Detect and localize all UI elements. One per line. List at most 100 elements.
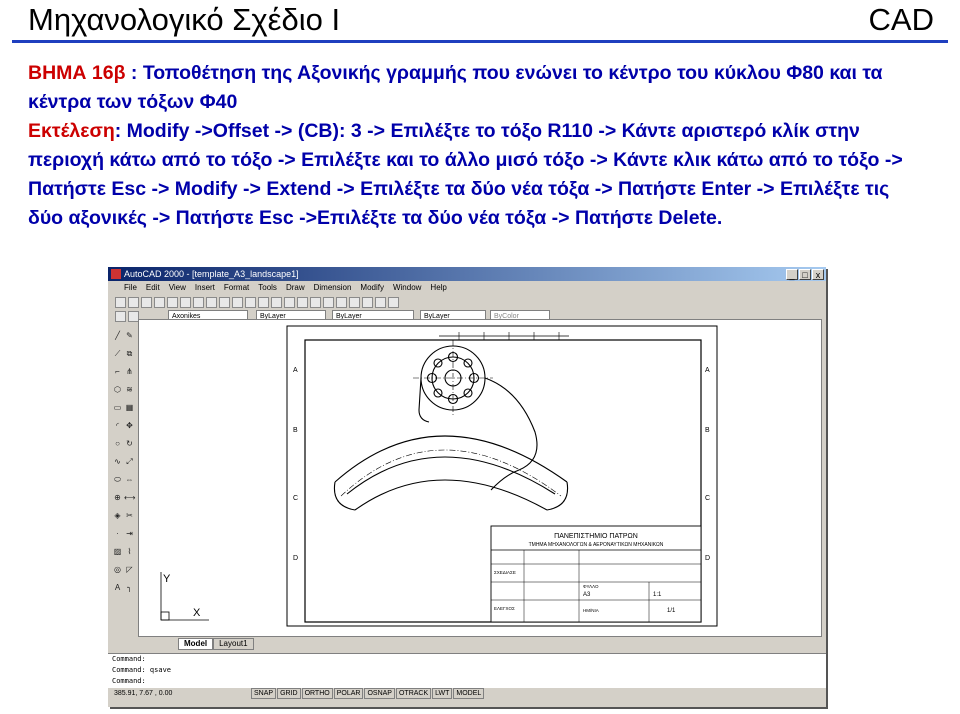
scale-icon[interactable]: ⤢ bbox=[124, 457, 135, 467]
snap-toggle[interactable]: SNAP bbox=[251, 688, 277, 699]
layer-manager-icon[interactable] bbox=[115, 311, 126, 323]
step-text: Τοποθέτηση της Αξονικής γραμμής που ενών… bbox=[28, 62, 883, 113]
pan-icon[interactable] bbox=[297, 297, 308, 309]
arc-icon[interactable]: ◜ bbox=[112, 421, 123, 431]
grid-toggle[interactable]: GRID bbox=[277, 688, 301, 699]
slide-title: Μηχανολογικό Σχέδιο Ι bbox=[28, 2, 341, 37]
minimize-button[interactable]: _ bbox=[786, 269, 798, 280]
exec-text: Modify ->Offset -> (CB): 3 -> Επιλέξτε τ… bbox=[28, 120, 903, 229]
copy-object-icon[interactable]: ⧉ bbox=[124, 349, 135, 359]
point-icon[interactable]: · bbox=[112, 529, 123, 539]
dbconnect-icon[interactable] bbox=[375, 297, 386, 309]
polyline-icon[interactable]: ⌐ bbox=[112, 367, 123, 377]
command-line: Command: bbox=[112, 655, 146, 663]
print-icon[interactable] bbox=[154, 297, 165, 309]
title-block-university: ΠΑΝΕΠΙΣΤΗΜΙΟ ΠΑΤΡΩΝ bbox=[554, 533, 638, 540]
copy-icon[interactable] bbox=[193, 297, 204, 309]
mirror-icon[interactable]: ⋔ bbox=[124, 367, 135, 377]
mtext-icon[interactable]: A bbox=[112, 583, 123, 593]
menu-help[interactable]: Help bbox=[430, 283, 446, 292]
circle-icon[interactable]: ○ bbox=[112, 439, 123, 449]
new-icon[interactable] bbox=[115, 297, 126, 309]
lengthen-icon[interactable]: ⟷ bbox=[124, 493, 135, 503]
cut-icon[interactable] bbox=[180, 297, 191, 309]
title-block-drawn: ΣΧΕΔΙΑΣΕ bbox=[494, 570, 516, 575]
ucs-square bbox=[160, 611, 170, 621]
otrack-toggle[interactable]: OTRACK bbox=[395, 688, 432, 699]
move-icon[interactable]: ✥ bbox=[124, 421, 135, 431]
zoom-window-icon[interactable] bbox=[323, 297, 334, 309]
slide-corner-label: CAD bbox=[868, 2, 934, 37]
layout-tabs: Model Layout1 bbox=[178, 638, 254, 650]
stretch-icon[interactable]: ⇔ bbox=[124, 475, 135, 485]
preview-icon[interactable] bbox=[167, 297, 178, 309]
array-icon[interactable]: ▦ bbox=[124, 403, 135, 413]
command-window[interactable]: Command: Command: qsave Command: bbox=[108, 653, 826, 688]
xline-icon[interactable]: ⟋ bbox=[112, 349, 123, 359]
menu-view[interactable]: View bbox=[169, 283, 186, 292]
close-button[interactable]: x bbox=[812, 269, 824, 280]
border-letter-left: B bbox=[293, 427, 298, 434]
rotate-icon[interactable]: ↻ bbox=[124, 439, 135, 449]
menu-format[interactable]: Format bbox=[224, 283, 249, 292]
fillet-icon[interactable]: ╮ bbox=[124, 583, 135, 593]
offset-arc bbox=[346, 456, 556, 495]
exec-label: Εκτέλεση bbox=[28, 120, 115, 142]
save-icon[interactable] bbox=[141, 297, 152, 309]
properties-icon[interactable] bbox=[349, 297, 360, 309]
tab-layout1[interactable]: Layout1 bbox=[213, 638, 254, 650]
menu-file[interactable]: File bbox=[124, 283, 137, 292]
open-icon[interactable] bbox=[128, 297, 139, 309]
insert-block-icon[interactable]: ⊕ bbox=[112, 493, 123, 503]
polygon-icon[interactable]: ⬡ bbox=[112, 385, 123, 395]
region-icon[interactable]: ◎ bbox=[112, 565, 123, 575]
spline-icon[interactable]: ∿ bbox=[112, 457, 123, 467]
redo-icon[interactable] bbox=[245, 297, 256, 309]
erase-icon[interactable]: ✎ bbox=[124, 331, 135, 341]
menu-draw[interactable]: Draw bbox=[286, 283, 305, 292]
zoom-previous-icon[interactable] bbox=[336, 297, 347, 309]
trim-icon[interactable]: ✂ bbox=[124, 511, 135, 521]
border-letter-right: D bbox=[705, 555, 710, 562]
command-prompt[interactable]: Command: bbox=[108, 676, 826, 687]
extend-icon[interactable]: ⇥ bbox=[124, 529, 135, 539]
rectangle-icon[interactable]: ▭ bbox=[112, 403, 123, 413]
chamfer-icon[interactable]: ◸ bbox=[124, 565, 135, 575]
title-rule bbox=[12, 40, 948, 43]
undo-icon[interactable] bbox=[232, 297, 243, 309]
snap-icon[interactable] bbox=[271, 297, 282, 309]
title-block: ΠΑΝΕΠΙΣΤΗΜΙΟ ΠΑΤΡΩΝ ΤΜΗΜΑ ΜΗΧΑΝΟΛΟΓΩΝ & … bbox=[490, 525, 702, 623]
draw-modify-toolbar: ╱ ✎ ⟋ ⧉ ⌐ ⋔ ⬡ ≋ ▭ ▦ ◜ ✥ ○ ↻ ∿ ⤢ ⬭ ⇔ ⊕ ⟷ ◈ ✂ · ⇥ ▨ ⌇ ◎… bbox=[111, 325, 137, 595]
lwt-toggle[interactable]: LWT bbox=[432, 688, 453, 699]
ellipse-icon[interactable]: ⬭ bbox=[112, 475, 123, 485]
zoom-realtime-icon[interactable] bbox=[310, 297, 321, 309]
ucs-icon[interactable] bbox=[284, 297, 295, 309]
line-icon[interactable]: ╱ bbox=[112, 331, 123, 341]
outer-arc-r110 bbox=[334, 435, 568, 483]
offset-icon[interactable]: ≋ bbox=[124, 385, 135, 395]
match-icon[interactable] bbox=[219, 297, 230, 309]
menu-window[interactable]: Window bbox=[393, 283, 421, 292]
model-toggle[interactable]: MODEL bbox=[453, 688, 485, 699]
polar-toggle[interactable]: POLAR bbox=[333, 688, 364, 699]
status-bar: 385.91, 7.67 , 0.00 SNAP GRID ORTHO POLAR OS… bbox=[108, 688, 826, 700]
menu-insert[interactable]: Insert bbox=[195, 283, 215, 292]
help-icon[interactable] bbox=[388, 297, 399, 309]
hatch-icon[interactable]: ▨ bbox=[112, 547, 123, 557]
title-block-sheet-label: ΦΥΛΛΟ bbox=[583, 584, 599, 589]
paste-icon[interactable] bbox=[206, 297, 217, 309]
menu-edit[interactable]: Edit bbox=[146, 283, 160, 292]
maximize-button[interactable]: □ bbox=[799, 269, 811, 280]
title-block-scale: 1:1 bbox=[653, 592, 662, 598]
menu-modify[interactable]: Modify bbox=[360, 283, 384, 292]
osnap-toggle[interactable]: OSNAP bbox=[364, 688, 395, 699]
break-icon[interactable]: ⌇ bbox=[124, 547, 135, 557]
link-icon[interactable] bbox=[258, 297, 269, 309]
menu-dimension[interactable]: Dimension bbox=[314, 283, 352, 292]
drawing-canvas[interactable]: A B C D A B C D ΠΑΝΕΠΙΣΤΗΜΙΟ ΠΑΤΡΩΝ ΤΜΗΜ… bbox=[138, 319, 822, 637]
ortho-toggle[interactable]: ORTHO bbox=[301, 688, 333, 699]
make-block-icon[interactable]: ◈ bbox=[112, 511, 123, 521]
menu-tools[interactable]: Tools bbox=[258, 283, 277, 292]
designcenter-icon[interactable] bbox=[362, 297, 373, 309]
tab-model[interactable]: Model bbox=[178, 638, 214, 650]
